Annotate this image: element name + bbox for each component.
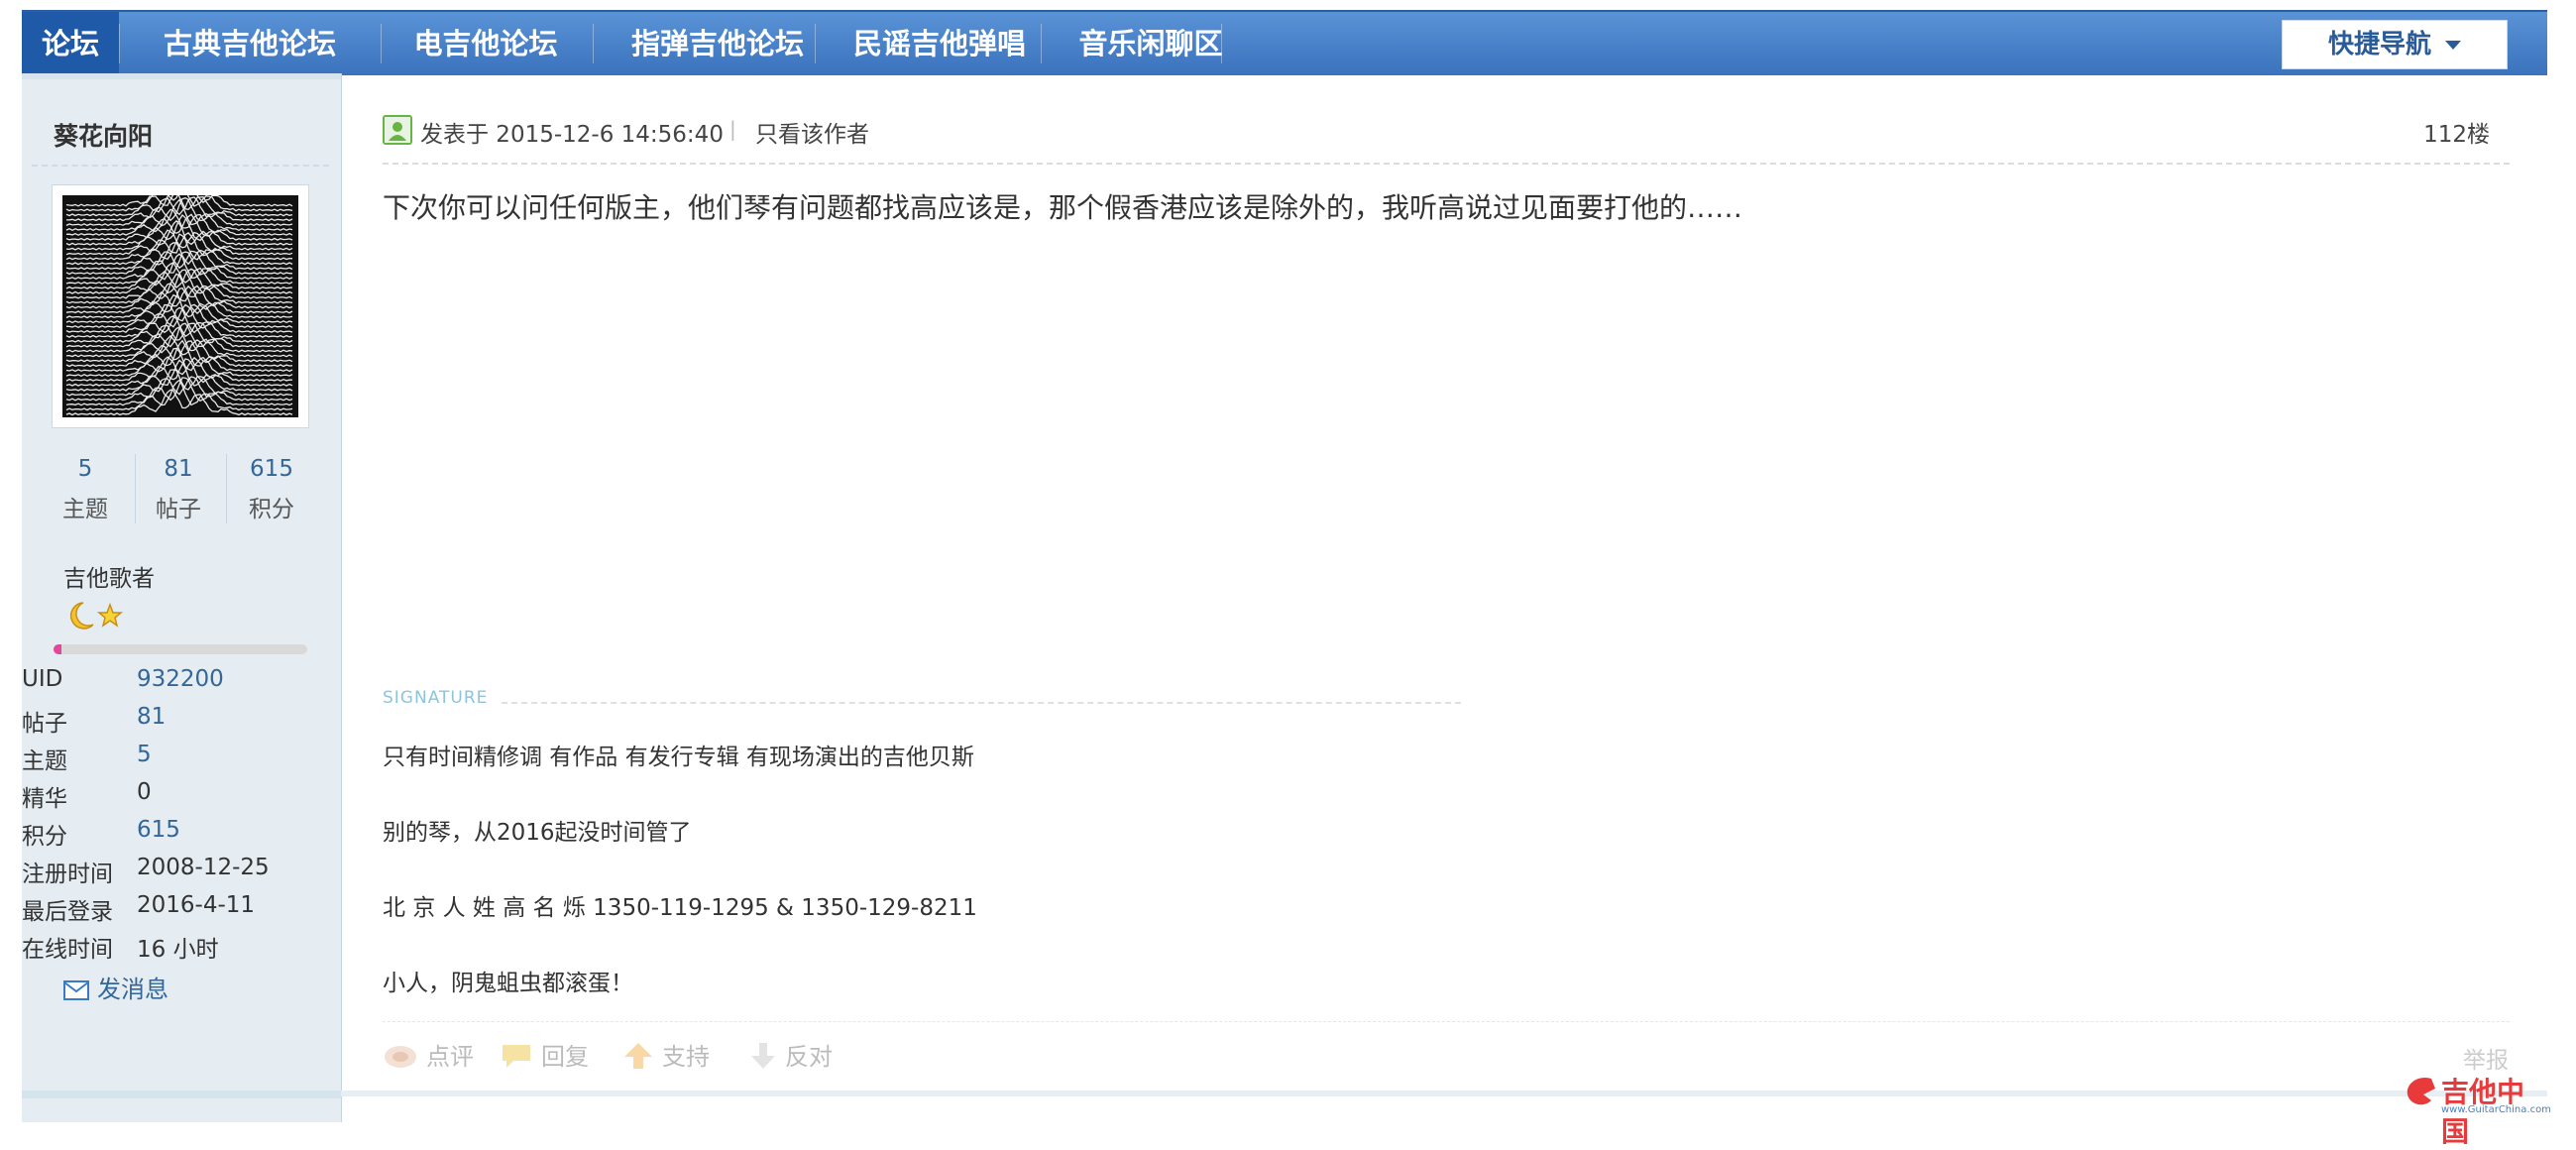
avatar — [62, 195, 298, 417]
info-value: 2008-12-25 — [137, 855, 270, 880]
info-key: UID — [22, 666, 63, 692]
info-value[interactable]: 932200 — [137, 666, 224, 692]
info-value[interactable]: 615 — [137, 817, 180, 843]
quick-nav-button[interactable]: 快捷导航 — [2282, 20, 2508, 69]
top-navigation-bar: 论坛 古典吉他论坛 电吉他论坛 指弹吉他论坛 民谣吉他弹唱 音乐闲聊区 快捷导航 — [22, 10, 2547, 75]
level-icons — [63, 599, 133, 632]
oppose-label: 反对 — [785, 1043, 833, 1071]
nav-separator — [1221, 24, 1222, 63]
reply-icon — [503, 1045, 530, 1068]
info-value[interactable]: 81 — [137, 704, 166, 730]
level-progress-fill — [54, 644, 61, 654]
info-key: 积分 — [22, 824, 67, 850]
site-watermark: 吉他中国 www.GuitarChina.com — [2402, 1071, 2551, 1148]
info-key: 注册时间 — [22, 862, 113, 887]
nav-item-folk[interactable]: 民谣吉他弹唱 — [823, 12, 1057, 75]
post-bottom-border — [341, 1091, 2547, 1096]
arrow-down-icon — [751, 1043, 775, 1069]
stat-topics-value: 5 — [77, 456, 93, 482]
oppose-button[interactable]: 反对 — [749, 1039, 833, 1075]
separator: | — [729, 117, 736, 141]
nav-separator — [1041, 24, 1042, 63]
stat-topics[interactable]: 5 主题 — [40, 456, 131, 523]
send-message-label: 发消息 — [97, 976, 168, 1003]
post-header: 发表于 2015-12-6 14:56:40 | 只看该作者 112楼 — [383, 111, 2508, 151]
send-message-link[interactable]: 发消息 — [63, 970, 168, 1004]
user-group[interactable]: 吉他歌者 — [63, 559, 155, 593]
rate-label: 点评 — [426, 1043, 474, 1071]
mail-icon — [63, 980, 89, 1000]
stat-points[interactable]: 615 积分 — [226, 456, 317, 523]
reply-button[interactable]: 回复 — [500, 1039, 589, 1075]
quick-nav-label: 快捷导航 — [2327, 30, 2431, 59]
nav-item-forum[interactable]: 论坛 — [22, 12, 119, 75]
chevron-down-icon — [2445, 41, 2461, 50]
sidebar-top-strip — [22, 73, 341, 79]
star-icon — [96, 602, 124, 628]
avatar-frame[interactable] — [52, 184, 309, 428]
info-key: 主题 — [22, 748, 67, 774]
stat-topics-label: 主题 — [62, 497, 108, 522]
stat-posts-label: 帖子 — [156, 497, 201, 522]
support-label: 支持 — [662, 1043, 710, 1071]
guitar-logo-icon — [2407, 1077, 2435, 1105]
info-value: 0 — [137, 779, 152, 805]
info-key: 在线时间 — [22, 937, 113, 963]
report-link[interactable]: 举报 — [2463, 1041, 2509, 1075]
signature-line: 小人，阴鬼蛆虫都滚蛋！ — [383, 971, 633, 996]
info-key: 精华 — [22, 786, 67, 812]
signature-line: 只有时间精修调 有作品 有发行专辑 有现场演出的吉他贝斯 — [383, 745, 974, 770]
signature-line: 别的琴，从2016起没时间管了 — [383, 820, 692, 846]
stat-posts[interactable]: 81 帖子 — [133, 456, 224, 523]
sidebar-bottom-strip — [22, 1091, 341, 1098]
divider — [383, 163, 2510, 165]
stat-points-label: 积分 — [249, 497, 294, 522]
signature-title: SIGNATURE — [383, 688, 489, 708]
info-key: 最后登录 — [22, 899, 113, 925]
nav-separator — [119, 24, 120, 63]
floor-number[interactable]: 112楼 — [2423, 115, 2490, 149]
author-name[interactable]: 葵花向阳 — [54, 117, 153, 153]
rate-button[interactable]: 点评 — [383, 1039, 474, 1075]
info-value: 2016-4-11 — [137, 892, 256, 918]
reply-label: 回复 — [541, 1043, 589, 1071]
author-only-link[interactable]: 只看该作者 — [755, 115, 869, 149]
stat-points-value: 615 — [250, 456, 293, 482]
info-value[interactable]: 5 — [137, 742, 152, 767]
info-value: 16 小时 — [137, 937, 219, 963]
support-button[interactable]: 支持 — [622, 1039, 710, 1075]
nav-item-electric-guitar[interactable]: 电吉他论坛 — [389, 12, 583, 75]
nav-separator — [593, 24, 594, 63]
signature-line: 北 京 人 姓 高 名 烁 1350-119-1295 & 1350-129-8… — [383, 895, 977, 921]
rate-icon — [385, 1046, 416, 1068]
nav-item-fingerstyle[interactable]: 指弹吉他论坛 — [601, 12, 835, 75]
nav-item-music-chat[interactable]: 音乐闲聊区 — [1049, 12, 1253, 75]
watermark-url: www.GuitarChina.com — [2441, 1104, 2551, 1115]
arrow-up-icon — [624, 1043, 652, 1069]
nav-separator — [381, 24, 382, 63]
signature-divider — [502, 702, 1461, 704]
nav-item-classical-guitar[interactable]: 古典吉他论坛 — [131, 12, 369, 75]
info-key: 帖子 — [22, 711, 67, 737]
nav-separator — [815, 24, 816, 63]
author-sidebar: 葵花向阳 5 主题 81 帖子 615 积分 吉他歌者 UID 932200 帖… — [22, 73, 342, 1122]
post-timestamp: 发表于 2015-12-6 14:56:40 — [420, 122, 724, 148]
divider — [32, 165, 329, 167]
post-content: 下次你可以问任何版主，他们琴有问题都找高应该是，那个假香港应该是除外的，我听高说… — [383, 191, 1743, 224]
moon-icon — [69, 602, 94, 630]
online-user-icon — [383, 115, 412, 145]
stat-posts-value: 81 — [164, 456, 193, 482]
divider — [383, 1021, 2510, 1022]
level-progress-bar — [54, 644, 307, 654]
